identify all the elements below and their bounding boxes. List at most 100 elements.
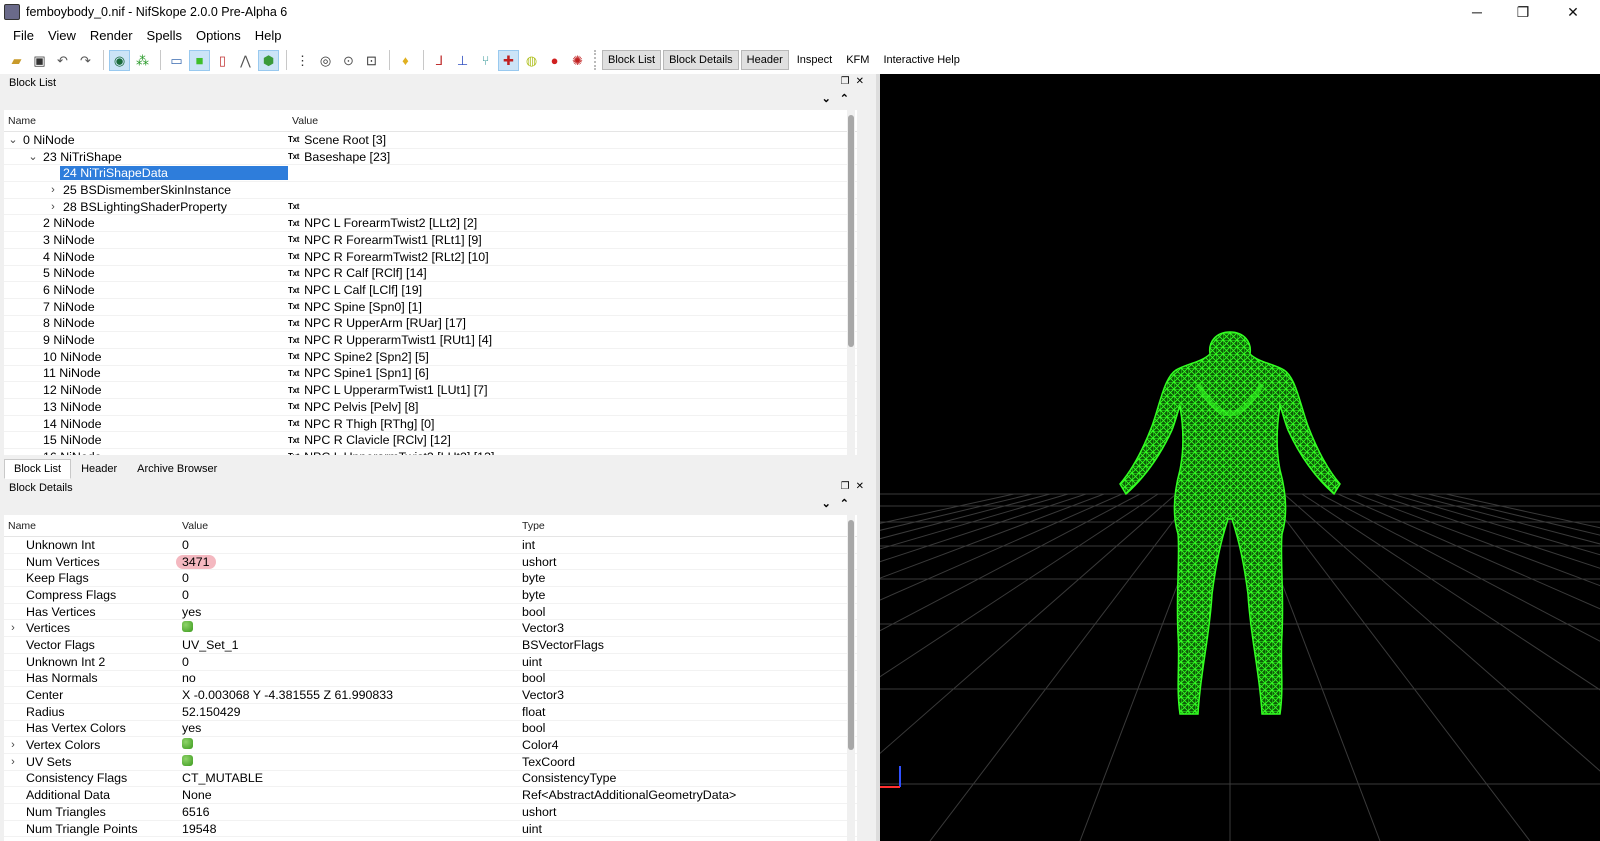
block-list-row[interactable]: 5 NiNode Txt NPC R Calf [RClf] [14] (4, 266, 857, 283)
window-icon[interactable]: ▭ (166, 50, 187, 71)
menu-file[interactable]: File (6, 28, 41, 43)
toolbar-block-details[interactable]: Block Details (663, 50, 739, 70)
minimize-button[interactable]: ─ (1454, 0, 1500, 24)
block-list-row[interactable]: 15 NiNode Txt NPC R Clavicle [RClv] [12] (4, 432, 857, 450)
havok-icon[interactable]: ✺ (567, 50, 588, 71)
eye-closed-icon[interactable]: ⊙ (338, 50, 359, 71)
detail-row[interactable]: › Vertices Vector3 (4, 620, 857, 638)
block-list-tree[interactable]: Name Value ⌄ 0 NiNode Txt Scene Root [3] ⌄ 23… (4, 110, 857, 455)
menu-view[interactable]: View (41, 28, 83, 43)
column-value-header[interactable]: Value (178, 520, 518, 532)
array-edit-icon[interactable] (182, 754, 193, 766)
expand-all-icon[interactable]: ⌄ (822, 93, 840, 105)
block-list-row[interactable]: ⌄ 0 NiNode Txt Scene Root [3] (4, 132, 857, 149)
render-viewport[interactable] (880, 74, 1600, 841)
block-list-row[interactable]: 10 NiNode Txt NPC Spine2 [Spn2] [5] (4, 349, 857, 366)
column-name-header[interactable]: Name (4, 520, 178, 532)
undo-icon[interactable]: ↶ (52, 50, 73, 71)
tab-archive-browser[interactable]: Archive Browser (127, 459, 227, 479)
expand-arrow-icon[interactable]: › (46, 201, 60, 213)
expand-arrow-icon[interactable]: › (46, 184, 60, 196)
detail-row[interactable]: Has Vertices yes bool (4, 604, 857, 621)
axes-icon[interactable]: ⊥ (452, 50, 473, 71)
field-value[interactable]: 19548 (182, 822, 216, 836)
float-dock-icon[interactable]: ❐ (841, 76, 856, 87)
detail-row[interactable]: Unknown Int 2 0 uint (4, 654, 857, 671)
detail-row[interactable]: › Vertex Colors Color4 (4, 737, 857, 754)
field-value[interactable]: CT_MUTABLE (182, 771, 263, 785)
field-value[interactable]: X -0.003068 Y -4.381555 Z 61.990833 (182, 688, 393, 702)
block-list-row[interactable]: 6 NiNode Txt NPC L Calf [LClf] [19] (4, 282, 857, 299)
menu-options[interactable]: Options (189, 28, 248, 43)
menu-render[interactable]: Render (83, 28, 140, 43)
close-dock-icon[interactable]: ✕ (856, 481, 870, 492)
column-type-header[interactable]: Type (518, 520, 545, 532)
expand-arrow-icon[interactable]: ⌄ (26, 150, 40, 163)
detail-row[interactable]: Center X -0.003068 Y -4.381555 Z 61.99083… (4, 687, 857, 704)
block-list-row[interactable]: 12 NiNode Txt NPC L UpperarmTwist1 [LUt1] … (4, 382, 857, 399)
close-dock-icon[interactable]: ✕ (856, 76, 870, 87)
tab-block-list[interactable]: Block List (4, 459, 72, 479)
redo-icon[interactable]: ↷ (75, 50, 96, 71)
detail-row[interactable]: › UV Sets TexCoord (4, 754, 857, 771)
node-point-icon[interactable]: ◍ (521, 50, 542, 71)
toolbar-inspect[interactable]: Inspect (791, 50, 838, 70)
block-details-tree[interactable]: Name Value Type Unknown Int 0 int Num Verti… (4, 515, 857, 841)
field-value[interactable]: no (182, 671, 196, 685)
toolbar-interactive-help[interactable]: Interactive Help (877, 50, 965, 70)
block-list-row[interactable]: 7 NiNode Txt NPC Spine [Spn0] [1] (4, 299, 857, 316)
field-value[interactable]: None (182, 788, 212, 802)
array-edit-icon[interactable] (182, 621, 193, 633)
green-square-icon[interactable]: ■ (189, 49, 210, 71)
marker-icon[interactable]: ● (544, 50, 565, 71)
toolbar-kfm[interactable]: KFM (840, 50, 875, 70)
field-value[interactable]: 3471 (176, 554, 216, 569)
screenshot-icon[interactable]: ⊡ (361, 50, 382, 71)
expand-all-icon[interactable]: ⌄ (822, 498, 840, 510)
block-list-row[interactable]: 11 NiNode Txt NPC Spine1 [Spn1] [6] (4, 366, 857, 383)
block-list-row[interactable]: 9 NiNode Txt NPC R UpperarmTwist1 [RUt1] [… (4, 332, 857, 349)
nodes-icon[interactable]: ⁂ (132, 50, 153, 71)
detail-row[interactable]: Num Triangle Points 19548 uint (4, 821, 857, 838)
globe-icon[interactable]: ◉ (109, 49, 130, 71)
column-name-header[interactable]: Name (4, 115, 288, 127)
block-details-scrollbar[interactable] (847, 515, 855, 841)
constraint-icon[interactable]: ✚ (498, 49, 519, 71)
maximize-button[interactable]: ❐ (1500, 0, 1546, 24)
block-list-row[interactable]: › 25 BSDismemberSkinInstance (4, 182, 857, 199)
menu-help[interactable]: Help (248, 28, 289, 43)
block-list-row[interactable]: ⌄ 23 NiTriShape Txt Baseshape [23] (4, 149, 857, 166)
block-list-scrollbar[interactable] (847, 110, 855, 455)
block-list-row[interactable]: 14 NiNode Txt NPC R Thigh [RThg] [0] (4, 416, 857, 433)
block-list-row[interactable]: 4 NiNode Txt NPC R ForearmTwist2 [RLt2] [1… (4, 249, 857, 266)
detail-row[interactable]: Num Triangles 6516 ushort (4, 804, 857, 821)
scrollbar-thumb[interactable] (848, 520, 854, 750)
save-file-icon[interactable]: ▣ (29, 50, 50, 71)
collapse-all-icon[interactable]: ⌃ (840, 498, 858, 510)
toolbar-grip[interactable] (594, 50, 598, 70)
scrollbar-thumb[interactable] (848, 115, 854, 347)
footprint-icon[interactable]: ⋮ (292, 50, 313, 71)
detail-row[interactable]: Num Vertices 3471 ushort (4, 554, 857, 571)
array-edit-icon[interactable] (182, 738, 193, 750)
block-list-row[interactable]: 3 NiNode Txt NPC R ForearmTwist1 [RLt1] [9… (4, 232, 857, 249)
lightbulb-icon[interactable]: ♦ (395, 50, 416, 71)
field-value[interactable]: 0 (182, 538, 189, 552)
open-file-icon[interactable]: ▰ (6, 50, 27, 71)
field-value[interactable]: 0 (182, 571, 189, 585)
detail-row[interactable]: Vector Flags UV_Set_1 BSVectorFlags (4, 637, 857, 654)
detail-row[interactable]: Has Vertex Colors yes bool (4, 721, 857, 738)
expand-arrow-icon[interactable]: › (6, 756, 20, 768)
toolbar-block-list[interactable]: Block List (602, 50, 662, 70)
field-value[interactable]: 52.150429 (182, 705, 241, 719)
block-list-row[interactable]: 8 NiNode Txt NPC R UpperArm [RUar] [17] (4, 316, 857, 333)
block-list-row[interactable]: 13 NiNode Txt NPC Pelvis [Pelv] [8] (4, 399, 857, 416)
field-value[interactable]: 0 (182, 655, 189, 669)
float-dock-icon[interactable]: ❐ (841, 481, 856, 492)
detail-row[interactable]: Compress Flags 0 byte (4, 587, 857, 604)
detail-row[interactable]: Unknown Int 0 int (4, 537, 857, 554)
detail-row[interactable]: Keep Flags 0 byte (4, 570, 857, 588)
toolbar-header[interactable]: Header (740, 50, 789, 70)
detail-row[interactable]: Has Normals no bool (4, 671, 857, 688)
close-window-button[interactable]: ✕ (1550, 0, 1596, 24)
